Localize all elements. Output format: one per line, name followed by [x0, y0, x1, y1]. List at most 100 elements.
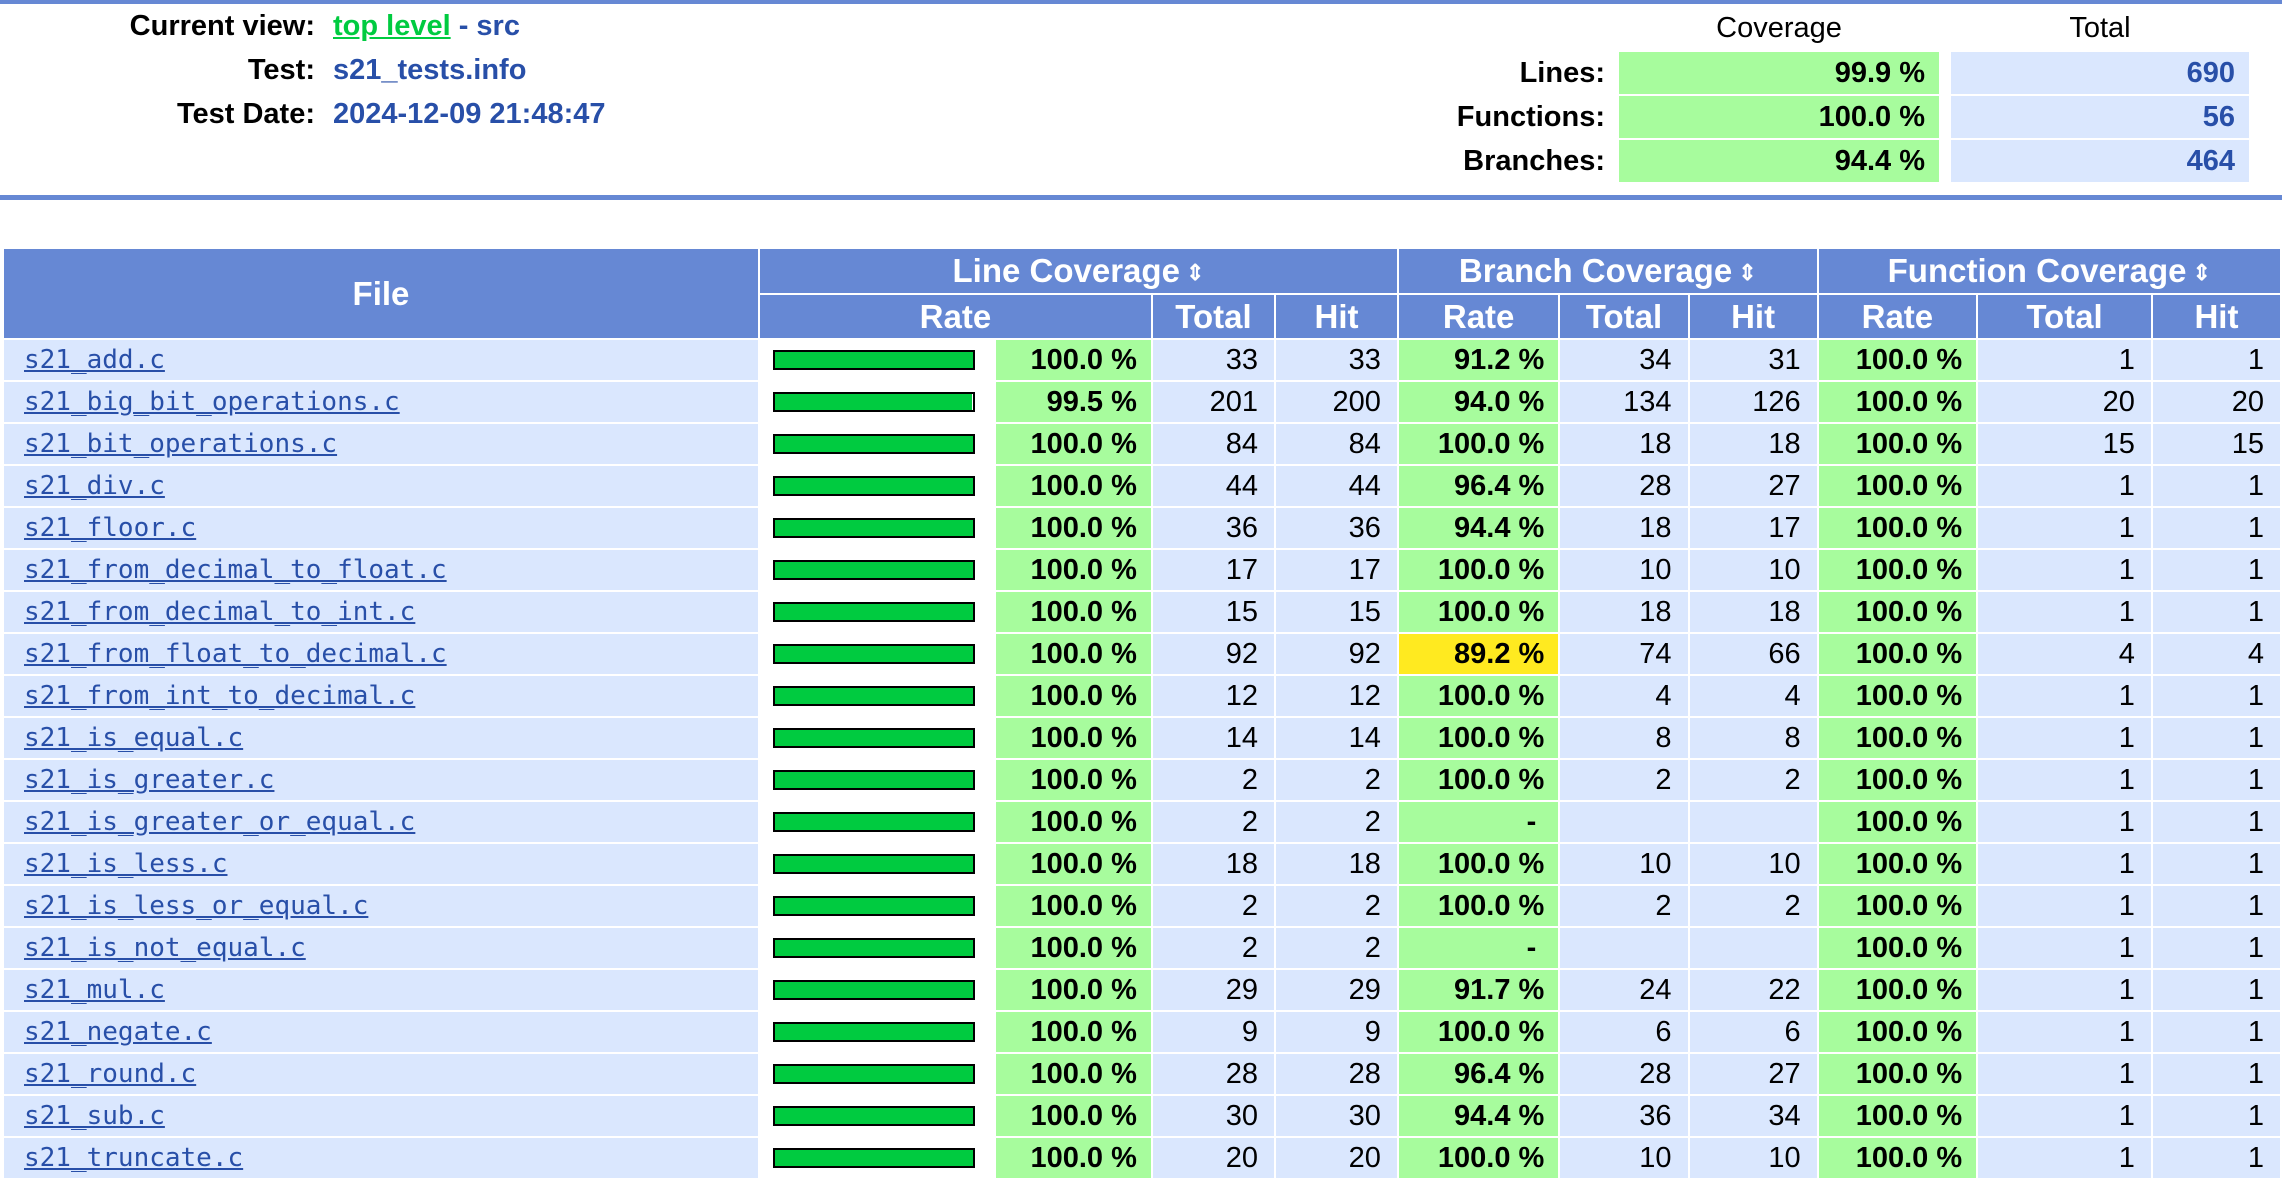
line-total: 9: [1152, 1012, 1275, 1052]
line-coverage-bar-cell: [759, 466, 994, 506]
branch-hit: 18: [1689, 592, 1817, 632]
file-link[interactable]: s21_big_bit_operations.c: [24, 387, 400, 417]
file-cell: s21_from_float_to_decimal.c: [4, 634, 758, 674]
branch-total: 2: [1560, 760, 1688, 800]
branch-rate: 91.7 %: [1398, 970, 1559, 1010]
file-link[interactable]: s21_is_greater_or_equal.c: [24, 807, 415, 837]
file-link[interactable]: s21_is_less.c: [24, 849, 228, 879]
sort-icon[interactable]: ⇕: [2193, 262, 2211, 284]
branch-total: [1560, 802, 1688, 842]
file-link[interactable]: s21_add.c: [24, 345, 165, 375]
branch-hit: 34: [1689, 1096, 1817, 1136]
file-link[interactable]: s21_is_greater.c: [24, 765, 274, 795]
line-rate: 100.0 %: [995, 1012, 1151, 1052]
file-column-header: File: [4, 249, 758, 338]
branch-hit: 126: [1689, 382, 1817, 422]
line-total: 36: [1152, 508, 1275, 548]
sort-icon[interactable]: ⇕: [1186, 262, 1204, 284]
line-rate: 100.0 %: [995, 676, 1151, 716]
line-coverage-bar-cell: [759, 844, 994, 884]
file-link[interactable]: s21_from_float_to_decimal.c: [24, 639, 447, 669]
file-link[interactable]: s21_bit_operations.c: [24, 429, 337, 459]
file-link[interactable]: s21_sub.c: [24, 1101, 165, 1131]
line-rate: 100.0 %: [995, 466, 1151, 506]
function-hit: 1: [2152, 340, 2280, 380]
branch-total: [1560, 928, 1688, 968]
function-rate: 100.0 %: [1818, 802, 1977, 842]
file-link[interactable]: s21_div.c: [24, 471, 165, 501]
coverage-bar: [772, 1148, 975, 1168]
line-total: 20: [1152, 1138, 1275, 1178]
file-link[interactable]: s21_truncate.c: [24, 1143, 243, 1173]
function-hit: 1: [2152, 886, 2280, 926]
coverage-bar-fill: [774, 940, 973, 956]
file-link[interactable]: s21_negate.c: [24, 1017, 212, 1047]
file-link[interactable]: s21_is_not_equal.c: [24, 933, 306, 963]
branch-hit: 22: [1689, 970, 1817, 1010]
coverage-bar: [772, 392, 975, 412]
branch-total: 18: [1560, 508, 1688, 548]
summary-total-head: Total: [2069, 12, 2131, 44]
branch-rate: 91.2 %: [1398, 340, 1559, 380]
branch-total: 10: [1560, 550, 1688, 590]
file-link[interactable]: s21_from_int_to_decimal.c: [24, 681, 415, 711]
file-link[interactable]: s21_from_decimal_to_int.c: [24, 597, 415, 627]
branch-hit: 18: [1689, 424, 1817, 464]
line-hit: 9: [1276, 1012, 1397, 1052]
branch-total: 8: [1560, 718, 1688, 758]
line-coverage-bar-cell: [759, 760, 994, 800]
branch-rate: 94.0 %: [1398, 382, 1559, 422]
table-row: s21_bit_operations.c 100.0 % 84 84 100.0 % 18…: [4, 424, 2280, 464]
function-hit: 1: [2152, 1096, 2280, 1136]
summary-branches-rate: 94.4 %: [1619, 140, 1939, 182]
line-total: 18: [1152, 844, 1275, 884]
sort-icon[interactable]: ⇕: [1738, 262, 1756, 284]
branch-rate: 96.4 %: [1398, 466, 1559, 506]
line-hit: 15: [1276, 592, 1397, 632]
file-link[interactable]: s21_round.c: [24, 1059, 196, 1089]
coverage-bar-fill: [774, 982, 973, 998]
line-coverage-header[interactable]: Line Coverage ⇕: [759, 249, 1397, 293]
file-link[interactable]: s21_from_decimal_to_float.c: [24, 555, 447, 585]
function-rate: 100.0 %: [1818, 844, 1977, 884]
line-coverage-bar-cell: [759, 1054, 994, 1094]
file-link[interactable]: s21_is_equal.c: [24, 723, 243, 753]
coverage-bar: [772, 854, 975, 874]
file-link[interactable]: s21_floor.c: [24, 513, 196, 543]
file-cell: s21_is_less.c: [4, 844, 758, 884]
function-total-header: Total: [1978, 295, 2151, 338]
function-total: 1: [1978, 1096, 2151, 1136]
coverage-bar: [772, 980, 975, 1000]
line-hit: 28: [1276, 1054, 1397, 1094]
table-row: s21_sub.c 100.0 % 30 30 94.4 % 36 34 100.0 % 1 1: [4, 1096, 2280, 1136]
line-rate: 100.0 %: [995, 508, 1151, 548]
function-rate: 100.0 %: [1818, 760, 1977, 800]
coverage-bar: [772, 770, 975, 790]
line-coverage-bar-cell: [759, 928, 994, 968]
line-total: 17: [1152, 550, 1275, 590]
line-hit: 14: [1276, 718, 1397, 758]
branch-hit: 31: [1689, 340, 1817, 380]
summary-branches-label: Branches:: [1463, 145, 1605, 177]
line-total: 33: [1152, 340, 1275, 380]
function-rate: 100.0 %: [1818, 382, 1977, 422]
coverage-bar-fill: [774, 814, 973, 830]
table-row: s21_is_equal.c 100.0 % 14 14 100.0 % 8 8 100.0 …: [4, 718, 2280, 758]
function-hit: 1: [2152, 508, 2280, 548]
line-hit: 2: [1276, 886, 1397, 926]
branch-total: 74: [1560, 634, 1688, 674]
function-rate: 100.0 %: [1818, 928, 1977, 968]
summary-lines-label: Lines:: [1519, 57, 1605, 89]
function-total: 1: [1978, 802, 2151, 842]
table-row: s21_mul.c 100.0 % 29 29 91.7 % 24 22 100.0 % 1 1: [4, 970, 2280, 1010]
branch-coverage-header[interactable]: Branch Coverage ⇕: [1398, 249, 1817, 293]
coverage-bar: [772, 434, 975, 454]
file-link[interactable]: s21_mul.c: [24, 975, 165, 1005]
line-total: 14: [1152, 718, 1275, 758]
line-hit: 2: [1276, 928, 1397, 968]
function-coverage-header[interactable]: Function Coverage ⇕: [1818, 249, 2280, 293]
top-level-link[interactable]: top level: [333, 10, 451, 42]
file-link[interactable]: s21_is_less_or_equal.c: [24, 891, 368, 921]
line-hit: 12: [1276, 676, 1397, 716]
coverage-bar: [772, 896, 975, 916]
